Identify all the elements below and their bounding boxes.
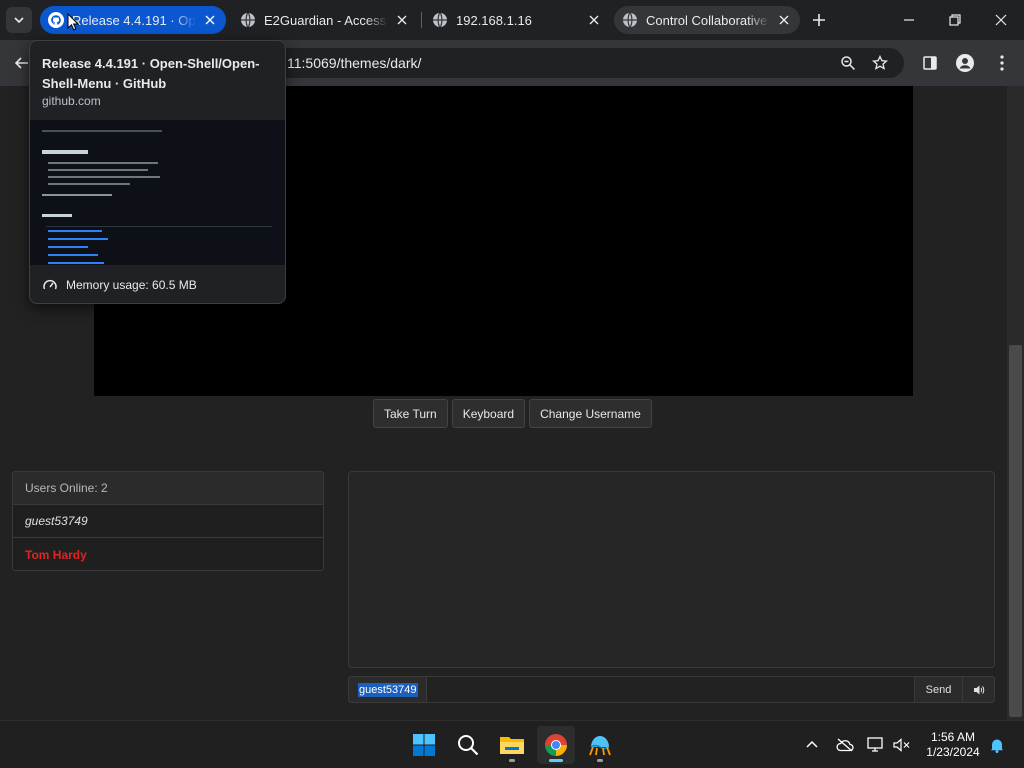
close-tab-button[interactable]: [202, 12, 218, 28]
arrow-left-icon: [14, 57, 28, 69]
hover-card-thumbnail: [30, 120, 285, 265]
minimize-button[interactable]: [886, 0, 932, 40]
zoom-icon: [841, 56, 856, 71]
tab-title: 192.168.1.16: [456, 12, 532, 28]
page-scrollbar[interactable]: [1007, 86, 1024, 720]
onedrive-tray-button[interactable]: [833, 731, 857, 759]
vm-controls: Take Turn Keyboard Change Username: [373, 399, 652, 428]
file-explorer-button[interactable]: [493, 726, 531, 764]
volume-button[interactable]: [963, 676, 995, 703]
tab-title: E2Guardian - Access Denied: [264, 12, 388, 28]
tab-e2guardian[interactable]: E2Guardian - Access Denied: [232, 6, 418, 34]
url-text[interactable]: 11:5069/themes/dark/: [287, 55, 421, 71]
volume-icon: [973, 685, 984, 694]
taskbar: 1:56 AM 1/23/2024: [0, 720, 1024, 768]
bookmark-button[interactable]: [868, 51, 892, 75]
close-icon: [397, 15, 407, 25]
star-icon: [872, 55, 888, 70]
speaker-muted-icon: [893, 738, 910, 752]
change-username-button[interactable]: Change Username: [529, 399, 652, 428]
chat-username-label: guest53749: [358, 682, 418, 697]
network-icon: [867, 737, 883, 752]
kebab-menu-icon: [1000, 55, 1004, 71]
close-icon: [779, 15, 789, 25]
user-list-item[interactable]: Tom Hardy: [13, 538, 323, 570]
chat-log[interactable]: [348, 471, 995, 668]
windows-start-icon: [413, 734, 435, 756]
chrome-icon: [545, 734, 567, 756]
tab-title: Control Collaborative VM: [646, 12, 770, 28]
send-button[interactable]: Send: [915, 676, 963, 703]
globe-icon: [623, 12, 637, 28]
mouse-cursor-icon: [67, 13, 79, 31]
tab-192-168-1-16[interactable]: 192.168.1.16: [424, 6, 610, 34]
cloud-off-icon: [836, 738, 854, 752]
restore-icon: [949, 14, 961, 26]
chat-username: guest53749: [348, 676, 426, 703]
tab-title: Release 4.4.191 · Open-Shell/Open-Shell-…: [72, 12, 196, 28]
tab-search-button[interactable]: [6, 7, 32, 33]
file-explorer-icon: [500, 737, 524, 754]
chat-bar: guest53749 Send: [348, 676, 995, 703]
close-tab-button[interactable]: [394, 12, 410, 28]
search-icon: [458, 735, 479, 756]
close-window-button[interactable]: [978, 0, 1024, 40]
chrome-taskbar-button[interactable]: [537, 726, 575, 764]
take-turn-button[interactable]: Take Turn: [373, 399, 448, 428]
close-icon: [589, 15, 599, 25]
users-online-header: Users Online: 2: [13, 472, 323, 505]
clock-time: 1:56 AM: [930, 730, 976, 744]
tab-control-collaborative-vm[interactable]: Control Collaborative VM: [614, 6, 800, 34]
memory-usage-text: Memory usage: 60.5 MB: [66, 278, 197, 292]
start-button[interactable]: [405, 726, 443, 764]
restore-button[interactable]: [932, 0, 978, 40]
globe-icon: [433, 12, 447, 28]
tab-strip: Release 4.4.191 · Open-Shell/Open-Shell-…: [0, 0, 1024, 40]
close-tab-button[interactable]: [586, 12, 602, 28]
new-tab-button[interactable]: [808, 9, 830, 31]
profile-button[interactable]: [953, 51, 977, 75]
scrollbar-thumb[interactable]: [1009, 345, 1022, 717]
side-panel-icon: [923, 56, 937, 70]
show-hidden-icons-button[interactable]: [800, 731, 824, 759]
users-online-panel: Users Online: 2 guest53749 Tom Hardy: [12, 471, 324, 571]
zoom-button[interactable]: [836, 51, 860, 75]
close-tab-button[interactable]: [776, 12, 792, 28]
side-panel-button[interactable]: [918, 51, 942, 75]
system-clock[interactable]: 1:56 AM 1/23/2024: [918, 730, 988, 760]
plus-icon: [813, 14, 825, 26]
running-indicator: [509, 759, 515, 762]
globe-icon: [241, 12, 255, 28]
clock-date: 1/23/2024: [926, 745, 980, 759]
chevron-up-icon: [806, 740, 818, 748]
github-icon: [48, 12, 64, 28]
volume-tray-button[interactable]: [890, 731, 914, 759]
hover-card-domain: github.com: [42, 94, 101, 108]
menu-button[interactable]: [990, 51, 1014, 75]
bell-icon: [990, 739, 1004, 753]
close-icon: [995, 14, 1007, 26]
chat-input[interactable]: [426, 676, 915, 703]
taskbar-search-button[interactable]: [449, 726, 487, 764]
user-list-item[interactable]: guest53749: [13, 505, 323, 538]
active-indicator: [549, 759, 563, 762]
close-icon: [205, 15, 215, 25]
running-indicator: [597, 759, 603, 762]
keyboard-button[interactable]: Keyboard: [451, 399, 526, 428]
hover-card-title: Release 4.4.191 · Open-Shell/Open-Shell-…: [42, 56, 260, 91]
network-tray-button[interactable]: [864, 731, 888, 759]
minimize-icon: [904, 19, 914, 21]
app-icon: [589, 736, 611, 756]
tab-hover-card: Release 4.4.191 · Open-Shell/Open-Shell-…: [29, 40, 286, 304]
app-taskbar-button[interactable]: [581, 726, 619, 764]
gauge-icon: [43, 279, 57, 290]
hover-card-memory: Memory usage: 60.5 MB: [42, 277, 197, 293]
chevron-down-icon: [14, 17, 24, 24]
tab-separator: [421, 12, 422, 28]
profile-icon: [956, 54, 974, 72]
notifications-button[interactable]: [985, 731, 1009, 759]
